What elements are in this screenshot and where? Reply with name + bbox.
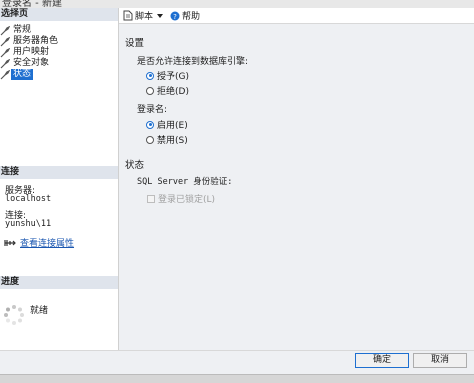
svg-text:?: ? [173, 13, 177, 21]
enabled-label: 启用(E) [157, 121, 188, 131]
nav-item-label: 状态 [11, 69, 34, 80]
enabled-radio[interactable]: 启用(E) [146, 118, 188, 131]
radio-circle [146, 120, 154, 129]
view-connection-properties-link[interactable]: 查看连接属性 [20, 236, 74, 249]
progress-header: 进度 [0, 276, 118, 289]
cancel-button[interactable]: 取消 [413, 353, 467, 368]
login-locked-label: 登录已锁定(L) [158, 195, 216, 205]
script-label: 脚本 [135, 12, 154, 22]
nav-item-general[interactable]: 常规 [0, 25, 33, 36]
view-connection-properties[interactable]: 查看连接属性 [4, 236, 74, 249]
main-panel: 脚本 ? 帮助 设置 是否允许连接到数据库引擎: 授予(G) 拒绝(D) 登录名… [119, 8, 474, 350]
script-button[interactable]: 脚本 [123, 9, 164, 22]
grant-label: 授予(G) [157, 72, 189, 82]
wrench-icon [0, 69, 10, 79]
sql-auth-label: SQL Server 身份验证: [137, 177, 233, 187]
chevron-down-icon [157, 13, 164, 18]
progress-status: 就绪 [30, 306, 49, 316]
script-icon [123, 10, 133, 21]
grant-radio[interactable]: 授予(G) [146, 69, 189, 82]
deny-label: 拒绝(D) [157, 87, 189, 97]
db-engine-question: 是否允许连接到数据库引擎: [137, 57, 249, 67]
wrench-icon [0, 47, 10, 57]
nav-item-status[interactable]: 状态 [0, 69, 34, 80]
wrench-icon [0, 58, 10, 68]
progress-spinner-icon [4, 305, 24, 325]
checkbox-box [147, 194, 155, 203]
help-icon: ? [170, 11, 180, 21]
nav-item-label: 服务器角色 [13, 36, 59, 46]
connection-header: 连接 [0, 166, 118, 179]
wrench-icon [0, 25, 10, 35]
deny-radio[interactable]: 拒绝(D) [146, 84, 189, 97]
toolbar: 脚本 ? 帮助 [119, 8, 474, 24]
help-button[interactable]: ? 帮助 [170, 9, 200, 22]
disabled-radio[interactable]: 禁用(S) [146, 133, 188, 146]
radio-circle [146, 86, 154, 95]
login-locked-checkbox[interactable]: 登录已锁定(L) [147, 192, 215, 205]
nav-item-securables[interactable]: 安全对象 [0, 58, 51, 69]
wrench-icon [0, 36, 10, 46]
window-title: 登录名 - 新建 [2, 0, 62, 8]
settings-heading: 设置 [125, 38, 145, 49]
login-label: 登录名: [137, 105, 168, 115]
status-heading: 状态 [125, 160, 145, 171]
select-page-header: 选择页 [0, 8, 118, 21]
left-panel: 选择页 常规 服务器角色 用户映射 安全对象 状态 连接 服务器: localh… [0, 8, 119, 350]
nav-item-server-roles[interactable]: 服务器角色 [0, 36, 60, 47]
connection-properties-icon [4, 239, 16, 246]
nav-item-label: 常规 [13, 25, 32, 35]
server-value: localhost [5, 194, 52, 204]
radio-circle [146, 135, 154, 144]
window-titlebar: 登录名 - 新建 [0, 0, 474, 8]
radio-circle [146, 71, 154, 80]
connection-value: yunshu\11 [5, 219, 52, 229]
ok-button[interactable]: 确定 [355, 353, 409, 368]
nav-item-user-mapping[interactable]: 用户映射 [0, 47, 51, 58]
nav-item-label: 用户映射 [13, 47, 50, 57]
nav-item-label: 安全对象 [13, 58, 50, 68]
disabled-label: 禁用(S) [157, 136, 188, 146]
help-label: 帮助 [182, 12, 201, 22]
